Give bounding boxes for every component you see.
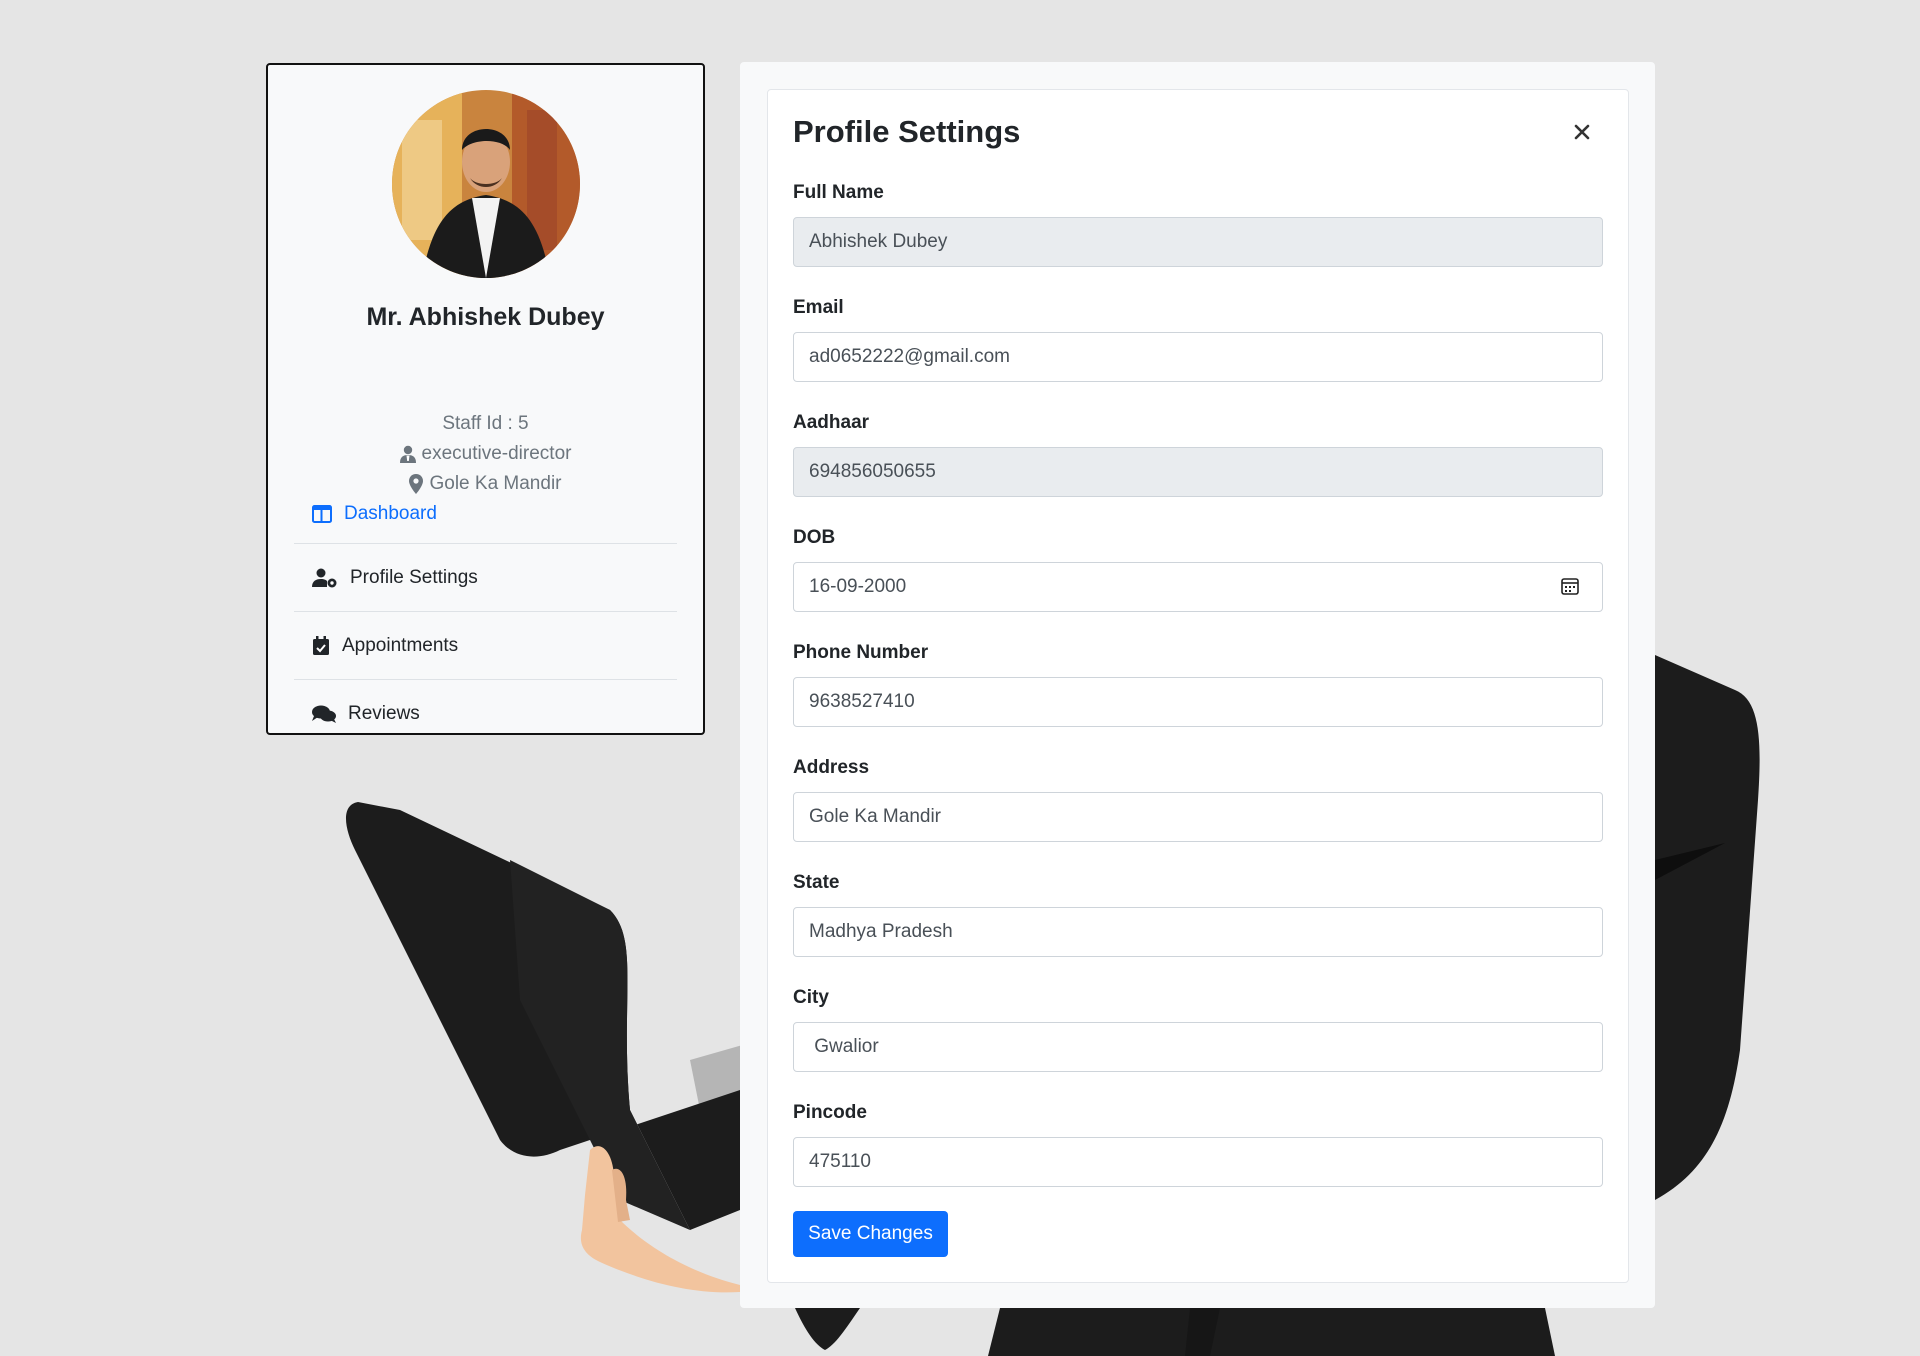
phone-label: Phone Number: [793, 642, 929, 663]
staff-role-text: executive-director: [421, 443, 572, 464]
aadhaar-label: Aadhaar: [793, 412, 870, 433]
aadhaar-field[interactable]: [793, 447, 1603, 497]
email-label: Email: [793, 297, 844, 318]
state-label: State: [793, 872, 840, 893]
address-label: Address: [793, 757, 870, 778]
full-name-field[interactable]: [793, 217, 1603, 267]
staff-id-text: Staff Id : 5: [442, 413, 529, 434]
email-field[interactable]: [793, 332, 1603, 382]
sidebar-item-label: Dashboard: [344, 503, 437, 524]
sidebar-item-label: Profile Settings: [350, 566, 478, 588]
main-panel: Profile Settings Full Name Email Aadhaar…: [740, 62, 1655, 1308]
dashboard-icon: [312, 505, 332, 523]
address-field[interactable]: [793, 792, 1603, 842]
user-gear-icon: [312, 568, 337, 587]
dob-field[interactable]: [793, 562, 1603, 612]
sidebar-nav: Dashboard Profile Settings Appointments …: [294, 493, 677, 748]
state-field[interactable]: [793, 907, 1603, 957]
sidebar-item-reviews[interactable]: Reviews: [294, 680, 677, 748]
avatar: [392, 90, 580, 278]
profile-name: Mr. Abhishek Dubey: [366, 303, 605, 331]
close-icon: [1574, 124, 1590, 140]
page: Mr. Abhishek Dubey Staff Id : 5 executiv…: [0, 0, 1920, 1356]
sidebar-item-dashboard[interactable]: Dashboard: [294, 485, 677, 544]
sidebar-item-label: Reviews: [348, 703, 420, 724]
save-changes-button[interactable]: Save Changes: [793, 1211, 948, 1257]
calendar-check-icon: [313, 635, 329, 655]
pincode-field[interactable]: [793, 1137, 1603, 1187]
pincode-label: Pincode: [793, 1102, 867, 1123]
full-name-label: Full Name: [793, 182, 884, 203]
profile-sidebar: Mr. Abhishek Dubey Staff Id : 5 executiv…: [266, 63, 705, 735]
staff-id: Staff Id : 5: [268, 413, 703, 435]
user-tie-icon: [399, 445, 416, 463]
sidebar-item-label: Appointments: [342, 634, 459, 656]
dob-field-wrapper: [793, 562, 1603, 612]
profile-settings-form: Profile Settings Full Name Email Aadhaar…: [767, 89, 1629, 1283]
calendar-icon[interactable]: [1561, 576, 1579, 596]
city-field[interactable]: [793, 1022, 1603, 1072]
phone-field[interactable]: [793, 677, 1603, 727]
comments-icon: [312, 705, 336, 723]
dob-label: DOB: [793, 527, 836, 548]
form-title: Profile Settings: [793, 114, 1021, 149]
city-label: City: [793, 987, 829, 1008]
sidebar-item-profile-settings[interactable]: Profile Settings: [294, 544, 677, 612]
sidebar-item-appointments[interactable]: Appointments: [294, 612, 677, 680]
staff-role: executive-director: [268, 443, 703, 465]
close-button[interactable]: [1570, 120, 1594, 144]
